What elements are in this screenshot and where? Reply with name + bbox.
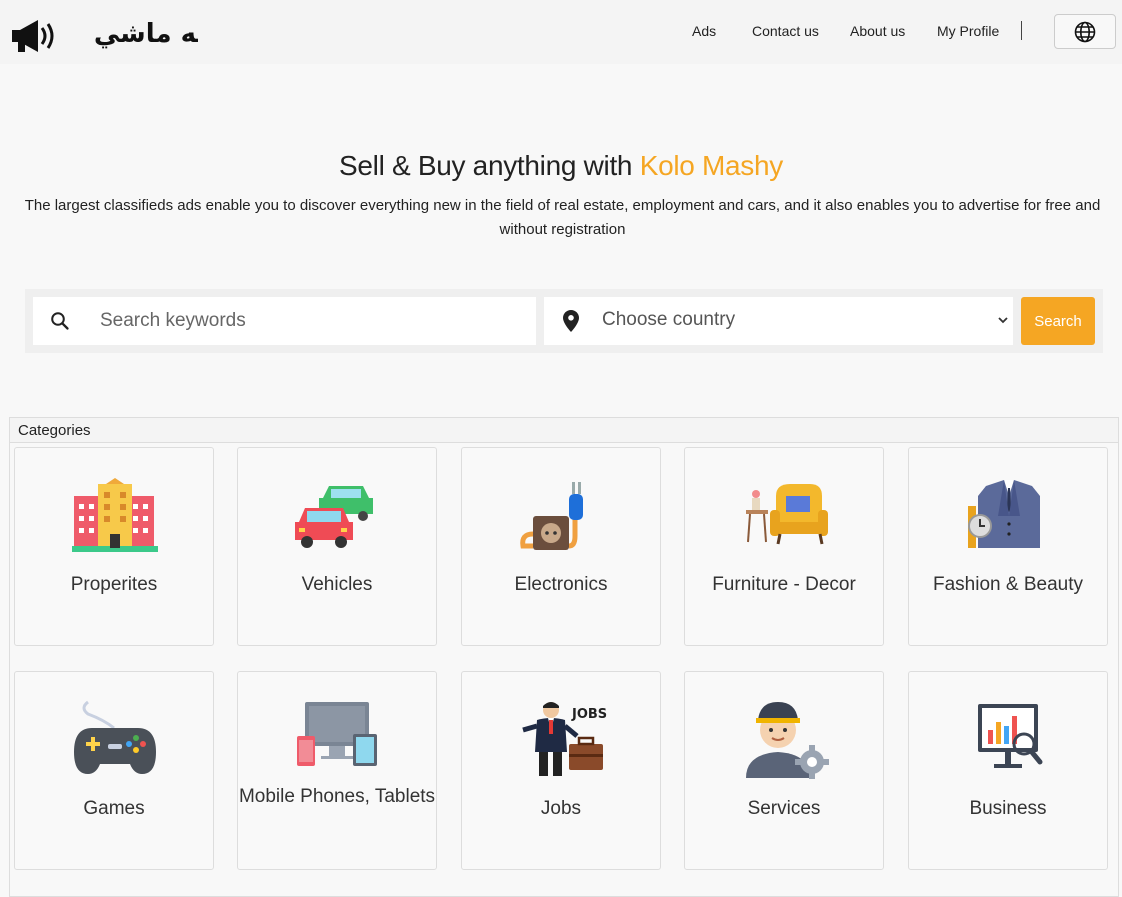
category-card-furniture[interactable]: Furniture - Decor	[684, 447, 884, 646]
category-card-mobile[interactable]: Mobile Phones, Tablets	[237, 671, 437, 870]
category-card-games[interactable]: Games	[14, 671, 214, 870]
search-icon	[51, 312, 69, 330]
cars-icon	[295, 486, 373, 548]
category-label: Furniture - Decor	[712, 574, 856, 595]
search-button[interactable]: Search	[1021, 297, 1095, 345]
armchair-icon	[746, 484, 828, 545]
categories-title: Categories	[18, 422, 91, 439]
category-card-business[interactable]: Business	[908, 671, 1108, 870]
category-label: Vehicles	[301, 574, 373, 595]
hero-description: The largest classifieds ads enable you t…	[24, 197, 1101, 238]
megaphone-icon	[12, 20, 54, 52]
nav-contact-us[interactable]: Contact us	[752, 23, 819, 39]
nav-ads[interactable]: Ads	[692, 23, 716, 39]
category-card-vehicles[interactable]: Vehicles	[237, 447, 437, 646]
top-header: كله ماشي Ads Contact us About us My Prof…	[0, 0, 1122, 64]
globe-icon	[1074, 21, 1096, 42]
devices-icon	[297, 702, 377, 766]
suit-watch-icon	[968, 480, 1040, 548]
worker-gear-icon	[746, 702, 829, 779]
category-card-services[interactable]: Services	[684, 671, 884, 870]
nav-my-profile[interactable]: My Profile	[937, 23, 999, 39]
hero-title-brand: Kolo Mashy	[639, 150, 784, 181]
country-select-value: Choose country	[602, 309, 736, 330]
nav-divider	[1021, 21, 1022, 40]
search-input[interactable]	[100, 305, 520, 337]
hero-title-prefix: Sell & Buy anything with	[339, 150, 640, 181]
jobs-briefcase-icon: JOBS	[522, 702, 607, 776]
category-label: Games	[83, 798, 145, 819]
category-card-electronics[interactable]: Electronics	[461, 447, 661, 646]
chart-magnifier-icon	[978, 704, 1043, 768]
category-label: Mobile Phones, Tablets	[238, 786, 436, 807]
category-label: Properites	[70, 574, 158, 595]
category-label: Services	[747, 798, 821, 819]
category-card-fashion[interactable]: Fashion & Beauty	[908, 447, 1108, 646]
category-card-jobs[interactable]: JOBS Jobs	[461, 671, 661, 870]
location-pin-icon	[563, 310, 579, 332]
logo[interactable]: كله ماشي	[8, 12, 198, 60]
svg-text:JOBS: JOBS	[571, 707, 607, 722]
category-label: Fashion & Beauty	[933, 574, 1083, 595]
language-button[interactable]	[1054, 14, 1116, 49]
hero-title: Sell & Buy anything with Kolo Mashy	[0, 150, 1122, 182]
category-label: Jobs	[540, 798, 582, 819]
category-label: Electronics	[514, 574, 608, 595]
categories-header: Categories	[9, 417, 1119, 443]
buildings-icon	[72, 478, 158, 552]
gamepad-icon	[74, 700, 156, 774]
nav-about-us[interactable]: About us	[850, 23, 905, 39]
chevron-down-icon	[998, 317, 1008, 324]
category-card-properties[interactable]: Properites	[14, 447, 214, 646]
plug-socket-icon	[520, 482, 583, 550]
category-label: Business	[969, 798, 1047, 819]
